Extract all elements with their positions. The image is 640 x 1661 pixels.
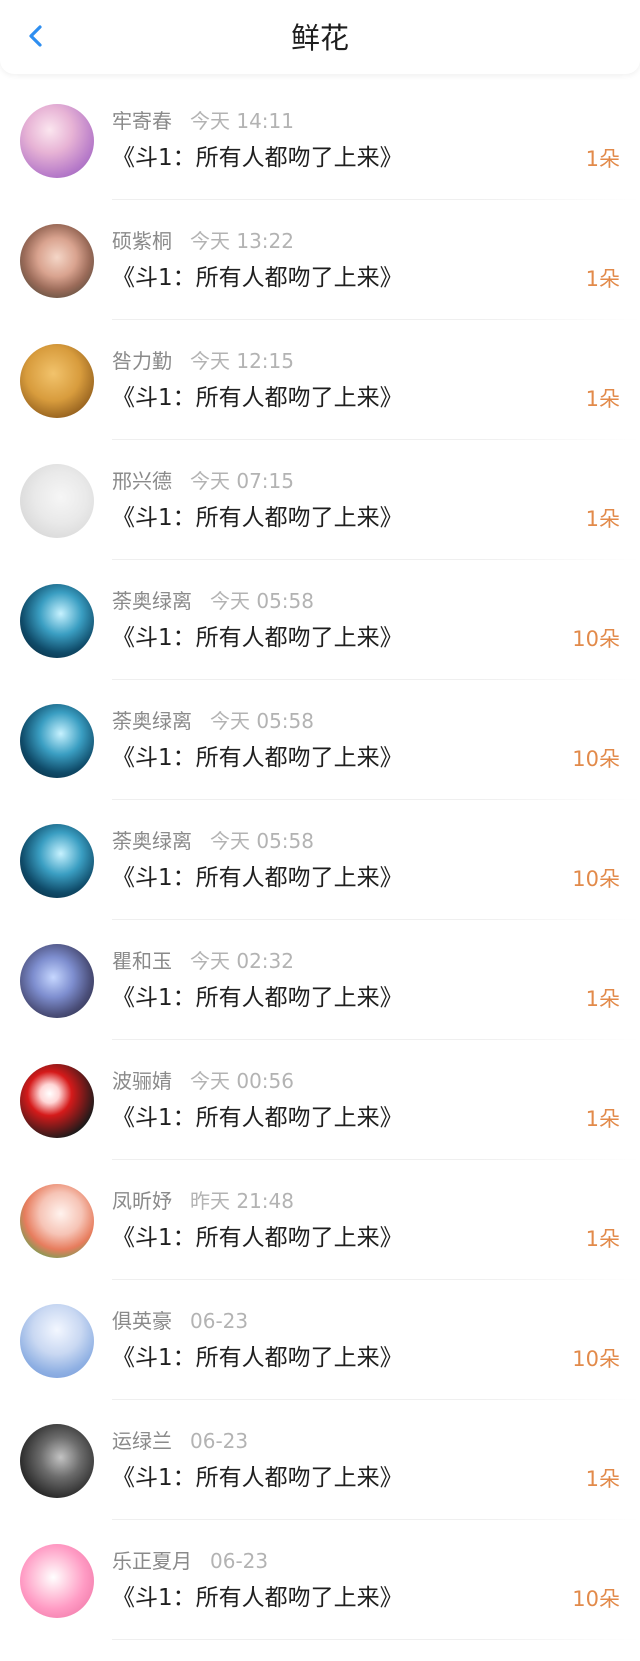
timestamp: 今天 13:22 <box>190 229 294 253</box>
book-title: 《斗1：所有人都吻了上来》 <box>112 145 403 171</box>
sender-name: 乐正夏月 <box>112 1549 192 1573</box>
list-item[interactable]: 乐正夏月 06-23 《斗1：所有人都吻了上来》 10朵 <box>0 1520 640 1640</box>
book-title: 《斗1：所有人都吻了上来》 <box>112 1105 403 1131</box>
avatar <box>20 704 94 778</box>
list-item[interactable]: 咎力勤 今天 12:15 《斗1：所有人都吻了上来》 1朵 <box>0 320 640 440</box>
flower-gift-list: 牢寄春 今天 14:11 《斗1：所有人都吻了上来》 1朵 硕紫桐 今天 13:22… <box>0 80 640 1640</box>
timestamp: 今天 07:15 <box>190 469 294 493</box>
item-meta: 硕紫桐 今天 13:22 <box>112 228 294 254</box>
timestamp: 06-23 <box>190 1429 249 1453</box>
avatar <box>20 224 94 298</box>
sender-name: 瞿和玉 <box>112 949 172 973</box>
list-item[interactable]: 俱英豪 06-23 《斗1：所有人都吻了上来》 10朵 <box>0 1280 640 1400</box>
avatar <box>20 1544 94 1618</box>
flower-count: 1朵 <box>585 267 620 291</box>
page-title: 鲜花 <box>290 21 349 55</box>
sender-name: 荼奥绿离 <box>112 709 192 733</box>
avatar <box>20 464 94 538</box>
timestamp: 06-23 <box>210 1549 269 1573</box>
book-title: 《斗1：所有人都吻了上来》 <box>112 625 403 651</box>
flower-count: 10朵 <box>572 1587 620 1611</box>
flower-count: 1朵 <box>585 1107 620 1131</box>
timestamp: 今天 05:58 <box>210 589 314 613</box>
avatar <box>20 1184 94 1258</box>
item-meta: 乐正夏月 06-23 <box>112 1548 268 1574</box>
sender-name: 荼奥绿离 <box>112 589 192 613</box>
timestamp: 今天 12:15 <box>190 349 294 373</box>
book-title: 《斗1：所有人都吻了上来》 <box>112 265 403 291</box>
book-title: 《斗1：所有人都吻了上来》 <box>112 1225 403 1251</box>
book-title: 《斗1：所有人都吻了上来》 <box>112 745 403 771</box>
avatar <box>20 584 94 658</box>
book-title: 《斗1：所有人都吻了上来》 <box>112 505 403 531</box>
list-item[interactable]: 牢寄春 今天 14:11 《斗1：所有人都吻了上来》 1朵 <box>0 80 640 200</box>
item-meta: 瞿和玉 今天 02:32 <box>112 948 294 974</box>
sender-name: 波骊婧 <box>112 1069 172 1093</box>
avatar <box>20 824 94 898</box>
avatar <box>20 1064 94 1138</box>
list-item[interactable]: 硕紫桐 今天 13:22 《斗1：所有人都吻了上来》 1朵 <box>0 200 640 320</box>
top-bar: 鲜花 <box>0 0 640 74</box>
timestamp: 今天 00:56 <box>190 1069 294 1093</box>
list-item[interactable]: 凤昕妤 昨天 21:48 《斗1：所有人都吻了上来》 1朵 <box>0 1160 640 1280</box>
item-meta: 运绿兰 06-23 <box>112 1428 248 1454</box>
flower-count: 1朵 <box>585 147 620 171</box>
sender-name: 硕紫桐 <box>112 229 172 253</box>
timestamp: 今天 05:58 <box>210 709 314 733</box>
list-item[interactable]: 瞿和玉 今天 02:32 《斗1：所有人都吻了上来》 1朵 <box>0 920 640 1040</box>
sender-name: 咎力勤 <box>112 349 172 373</box>
avatar <box>20 944 94 1018</box>
list-item[interactable]: 荼奥绿离 今天 05:58 《斗1：所有人都吻了上来》 10朵 <box>0 800 640 920</box>
avatar <box>20 1424 94 1498</box>
flower-count: 10朵 <box>572 867 620 891</box>
list-item[interactable]: 邢兴德 今天 07:15 《斗1：所有人都吻了上来》 1朵 <box>0 440 640 560</box>
flower-count: 1朵 <box>585 507 620 531</box>
book-title: 《斗1：所有人都吻了上来》 <box>112 1345 403 1371</box>
timestamp: 06-23 <box>190 1309 249 1333</box>
flower-count: 10朵 <box>572 747 620 771</box>
timestamp: 今天 02:32 <box>190 949 294 973</box>
book-title: 《斗1：所有人都吻了上来》 <box>112 865 403 891</box>
flower-count: 1朵 <box>585 387 620 411</box>
item-meta: 俱英豪 06-23 <box>112 1308 248 1334</box>
flower-count: 10朵 <box>572 1347 620 1371</box>
item-meta: 波骊婧 今天 00:56 <box>112 1068 294 1094</box>
sender-name: 荼奥绿离 <box>112 829 192 853</box>
sender-name: 运绿兰 <box>112 1429 172 1453</box>
item-meta: 荼奥绿离 今天 05:58 <box>112 588 314 614</box>
flower-count: 10朵 <box>572 627 620 651</box>
item-meta: 荼奥绿离 今天 05:58 <box>112 708 314 734</box>
avatar <box>20 104 94 178</box>
timestamp: 今天 05:58 <box>210 829 314 853</box>
flower-count: 1朵 <box>585 1227 620 1251</box>
book-title: 《斗1：所有人都吻了上来》 <box>112 1465 403 1491</box>
list-item[interactable]: 荼奥绿离 今天 05:58 《斗1：所有人都吻了上来》 10朵 <box>0 680 640 800</box>
list-item[interactable]: 荼奥绿离 今天 05:58 《斗1：所有人都吻了上来》 10朵 <box>0 560 640 680</box>
list-item[interactable]: 波骊婧 今天 00:56 《斗1：所有人都吻了上来》 1朵 <box>0 1040 640 1160</box>
book-title: 《斗1：所有人都吻了上来》 <box>112 1585 403 1611</box>
flower-count: 1朵 <box>585 1467 620 1491</box>
list-item[interactable]: 运绿兰 06-23 《斗1：所有人都吻了上来》 1朵 <box>0 1400 640 1520</box>
avatar <box>20 344 94 418</box>
timestamp: 今天 14:11 <box>190 109 294 133</box>
item-meta: 凤昕妤 昨天 21:48 <box>112 1188 294 1214</box>
sender-name: 俱英豪 <box>112 1309 172 1333</box>
sender-name: 邢兴德 <box>112 469 172 493</box>
item-meta: 牢寄春 今天 14:11 <box>112 108 294 134</box>
timestamp: 昨天 21:48 <box>190 1189 294 1213</box>
avatar <box>20 1304 94 1378</box>
book-title: 《斗1：所有人都吻了上来》 <box>112 985 403 1011</box>
sender-name: 牢寄春 <box>112 109 172 133</box>
item-meta: 荼奥绿离 今天 05:58 <box>112 828 314 854</box>
sender-name: 凤昕妤 <box>112 1189 172 1213</box>
item-meta: 邢兴德 今天 07:15 <box>112 468 294 494</box>
item-meta: 咎力勤 今天 12:15 <box>112 348 294 374</box>
book-title: 《斗1：所有人都吻了上来》 <box>112 385 403 411</box>
flower-count: 1朵 <box>585 987 620 1011</box>
